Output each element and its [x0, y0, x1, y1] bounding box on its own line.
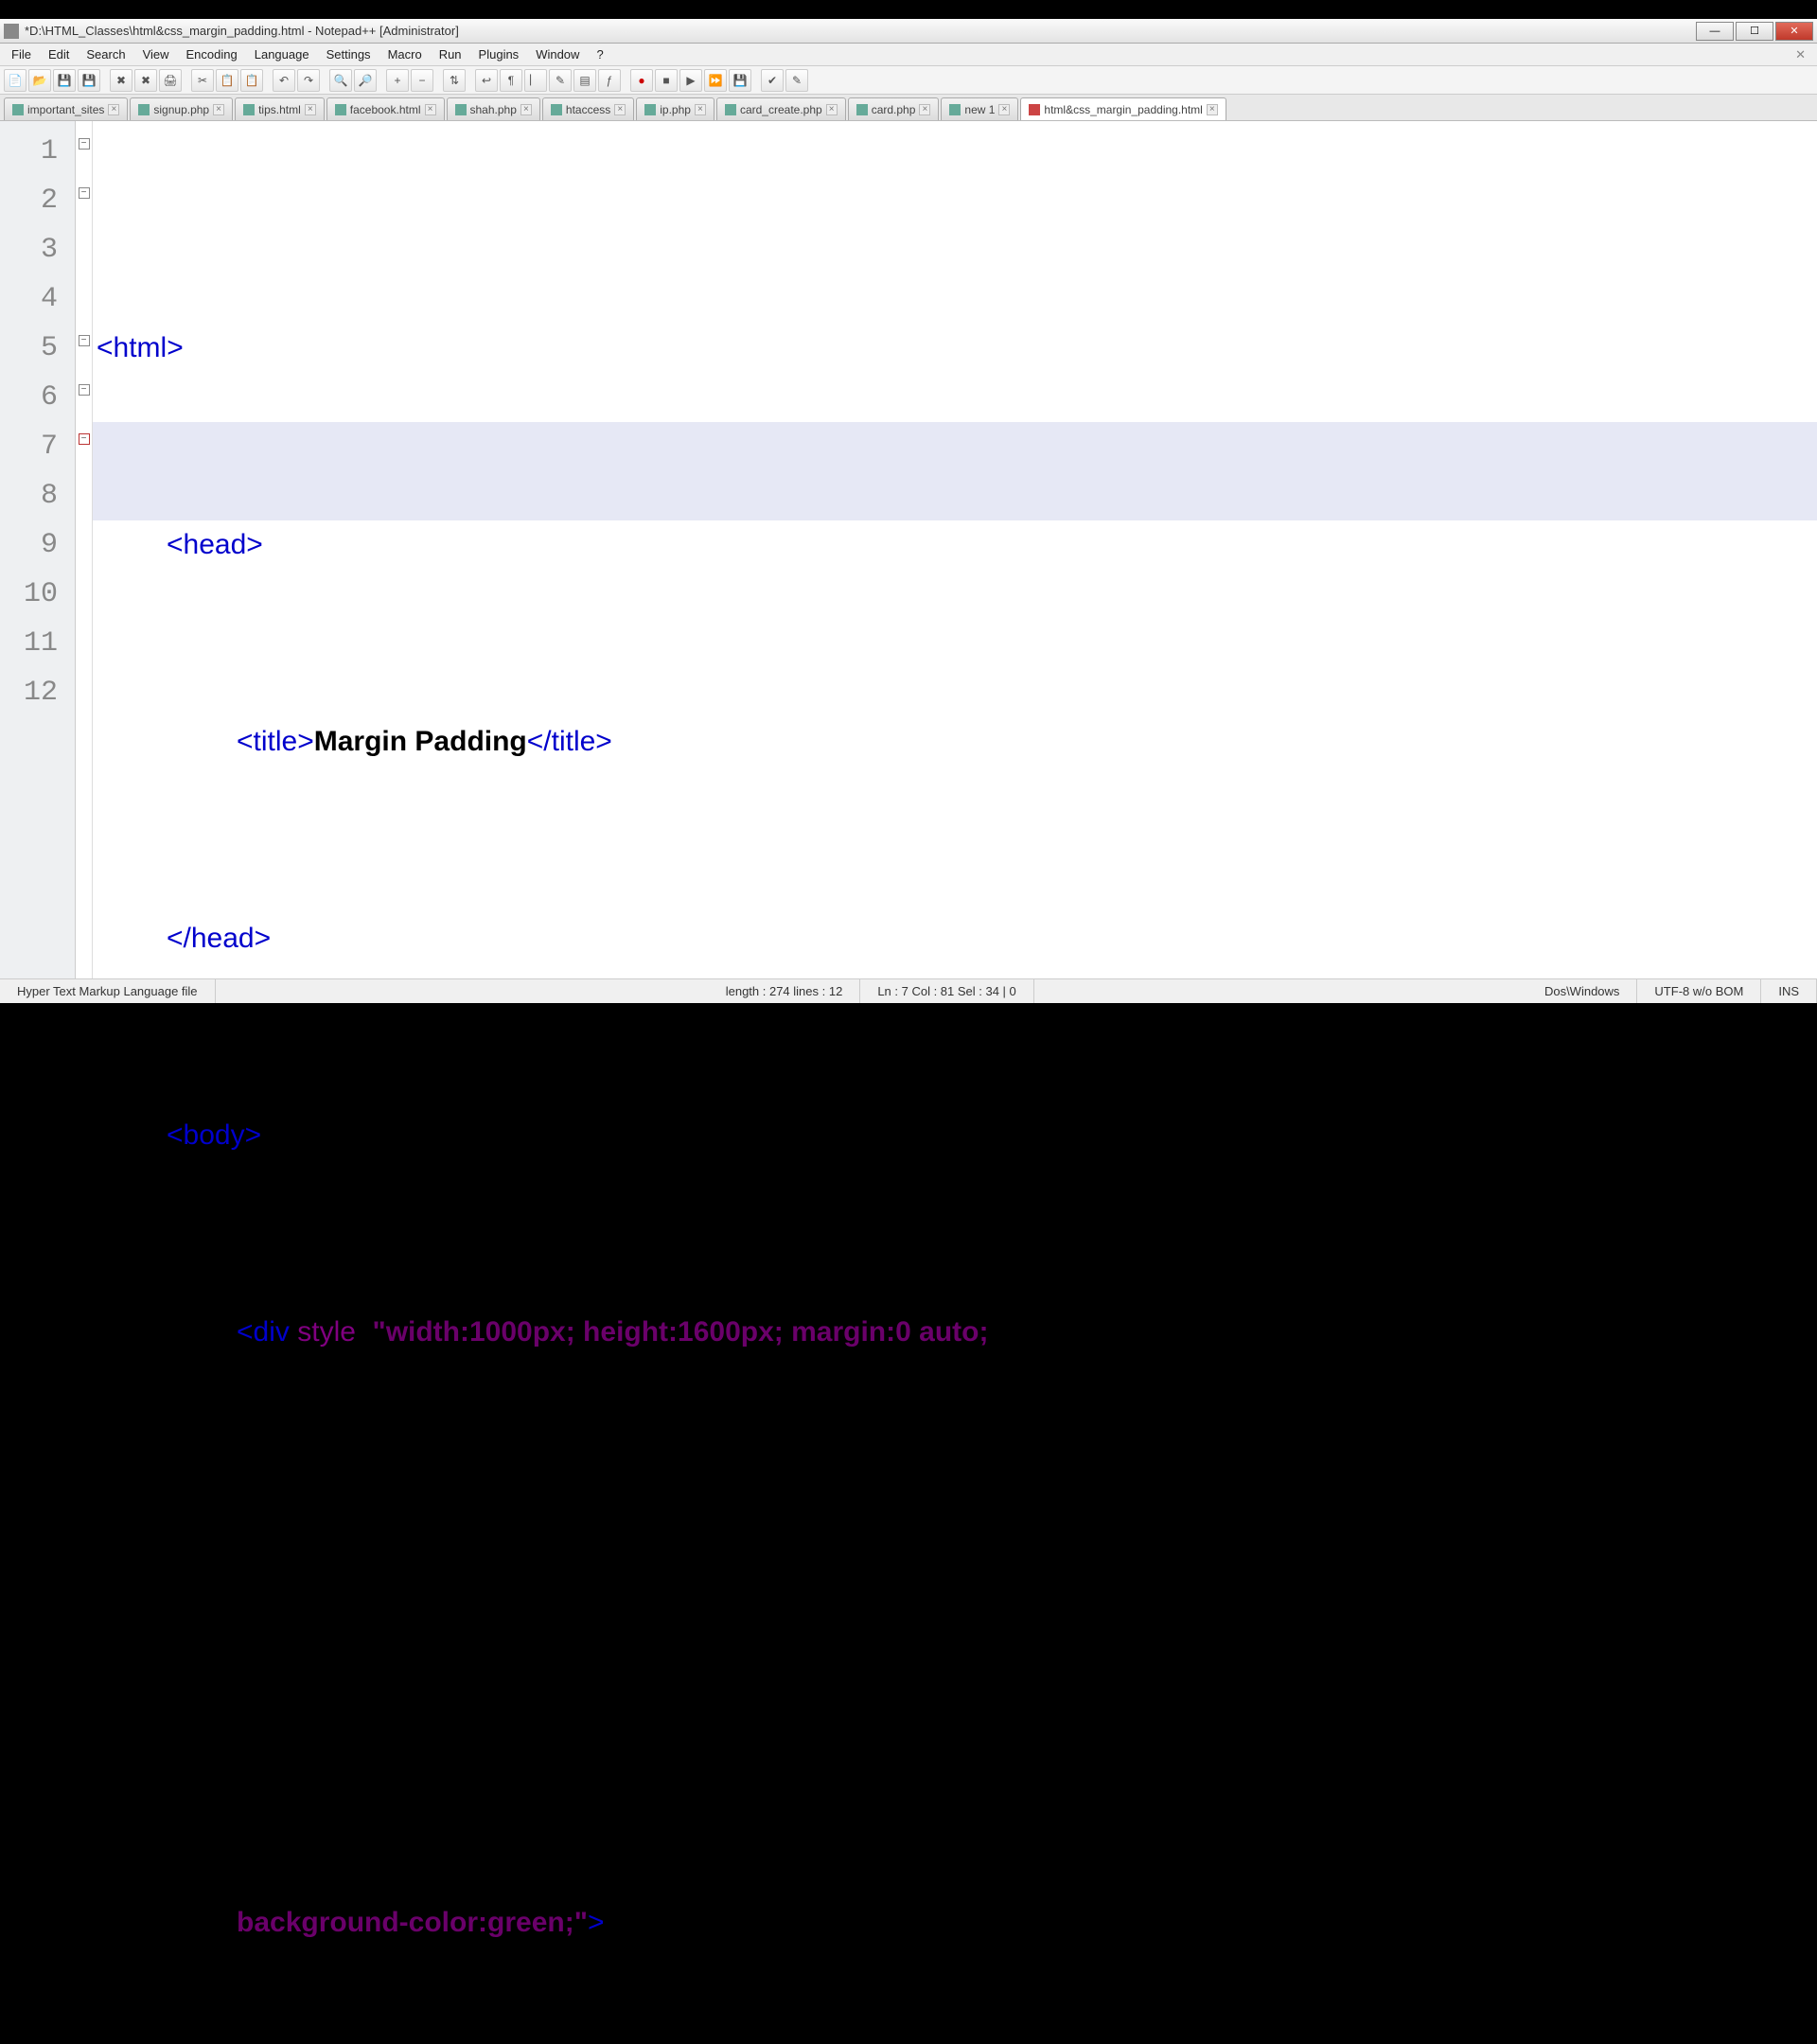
menu-encoding[interactable]: Encoding	[179, 45, 245, 63]
close-all-icon[interactable]: ✖	[134, 69, 157, 92]
undo-icon[interactable]: ↶	[273, 69, 295, 92]
titlebar: *D:\HTML_Classes\html&css_margin_padding…	[0, 19, 1817, 44]
save-all-icon[interactable]: 💾	[78, 69, 100, 92]
toolbar: 📄 📂 💾 💾 ✖ ✖ 🖨 ✂ 📋 📋 ↶ ↷ 🔍 🔎 + − ⇅ ↩ ¶ ⎸ …	[0, 66, 1817, 95]
menu-language[interactable]: Language	[247, 45, 317, 63]
menu-run[interactable]: Run	[432, 45, 469, 63]
menu-search[interactable]: Search	[79, 45, 132, 63]
menu-help[interactable]: ?	[589, 45, 610, 63]
show-all-chars-icon[interactable]: ¶	[500, 69, 522, 92]
paste-icon[interactable]: 📋	[240, 69, 263, 92]
save-macro-icon[interactable]: 💾	[729, 69, 751, 92]
notepad-plus-plus-window: *D:\HTML_Classes\html&css_margin_padding…	[0, 19, 1817, 1003]
close-button[interactable]: ✕	[1775, 22, 1813, 41]
print-icon[interactable]: 🖨	[159, 69, 182, 92]
tab-card-php[interactable]: card.php×	[848, 97, 940, 120]
menu-macro[interactable]: Macro	[380, 45, 430, 63]
tab-card-create-php[interactable]: card_create.php×	[716, 97, 846, 120]
menu-settings[interactable]: Settings	[319, 45, 379, 63]
fold-margin: − − − − −	[76, 121, 93, 978]
open-file-icon[interactable]: 📂	[28, 69, 51, 92]
tab-tips-html[interactable]: tips.html×	[235, 97, 325, 120]
maximize-button[interactable]: ☐	[1736, 22, 1773, 41]
window-title: *D:\HTML_Classes\html&css_margin_padding…	[25, 24, 1696, 38]
fold-icon[interactable]: −	[79, 187, 90, 199]
fold-icon[interactable]: −	[79, 335, 90, 346]
stop-macro-icon[interactable]: ■	[655, 69, 678, 92]
fold-icon[interactable]: −	[79, 433, 90, 445]
tab-important-sites[interactable]: important_sites×	[4, 97, 128, 120]
new-file-icon[interactable]: 📄	[4, 69, 26, 92]
menu-file[interactable]: File	[4, 45, 39, 63]
editor-area[interactable]: 1 2 3 4 5 6 7 8 9 10 11 12 − − − − − <ht…	[0, 121, 1817, 978]
text-cursor	[604, 1907, 627, 1938]
close-file-icon[interactable]: ✖	[110, 69, 132, 92]
record-macro-icon[interactable]: ●	[630, 69, 653, 92]
menu-window[interactable]: Window	[528, 45, 587, 63]
indent-guide-icon[interactable]: ⎸	[524, 69, 547, 92]
redo-icon[interactable]: ↷	[297, 69, 320, 92]
code-view[interactable]: <html> <head> <title>Margin Padding</tit…	[93, 121, 1817, 978]
tab-bar: important_sites× signup.php× tips.html× …	[0, 95, 1817, 121]
app-icon	[4, 24, 19, 39]
play-macro-icon[interactable]: ▶	[679, 69, 702, 92]
wordwrap-icon[interactable]: ↩	[475, 69, 498, 92]
mdi-close-button[interactable]: ✕	[1788, 47, 1813, 62]
replace-icon[interactable]: 🔎	[354, 69, 377, 92]
cut-icon[interactable]: ✂	[191, 69, 214, 92]
minimize-button[interactable]: —	[1696, 22, 1734, 41]
menubar: File Edit Search View Encoding Language …	[0, 44, 1817, 66]
tab-margin-padding-html[interactable]: html&css_margin_padding.html×	[1020, 97, 1226, 120]
menu-view[interactable]: View	[135, 45, 177, 63]
run-multi-macro-icon[interactable]: ⏩	[704, 69, 727, 92]
zoom-out-icon[interactable]: −	[411, 69, 433, 92]
tab-facebook-html[interactable]: facebook.html×	[326, 97, 445, 120]
menu-plugins[interactable]: Plugins	[471, 45, 527, 63]
current-line-highlight	[93, 422, 1817, 520]
spellcheck-icon[interactable]: ✔	[761, 69, 784, 92]
user-lang-icon[interactable]: ✎	[549, 69, 572, 92]
doc-map-icon[interactable]: ▤	[573, 69, 596, 92]
sync-scroll-icon[interactable]: ⇅	[443, 69, 466, 92]
save-icon[interactable]: 💾	[53, 69, 76, 92]
find-icon[interactable]: 🔍	[329, 69, 352, 92]
tab-htaccess[interactable]: htaccess×	[542, 97, 634, 120]
tab-shah-php[interactable]: shah.php×	[447, 97, 540, 120]
zoom-in-icon[interactable]: +	[386, 69, 409, 92]
fold-icon[interactable]: −	[79, 384, 90, 396]
tab-signup-php[interactable]: signup.php×	[130, 97, 233, 120]
tab-new-1[interactable]: new 1×	[941, 97, 1018, 120]
spellcheck-next-icon[interactable]: ✎	[785, 69, 808, 92]
menu-edit[interactable]: Edit	[41, 45, 77, 63]
tab-ip-php[interactable]: ip.php×	[636, 97, 714, 120]
copy-icon[interactable]: 📋	[216, 69, 238, 92]
fold-icon[interactable]: −	[79, 138, 90, 150]
func-list-icon[interactable]: ƒ	[598, 69, 621, 92]
line-number-gutter: 1 2 3 4 5 6 7 8 9 10 11 12	[0, 121, 76, 978]
